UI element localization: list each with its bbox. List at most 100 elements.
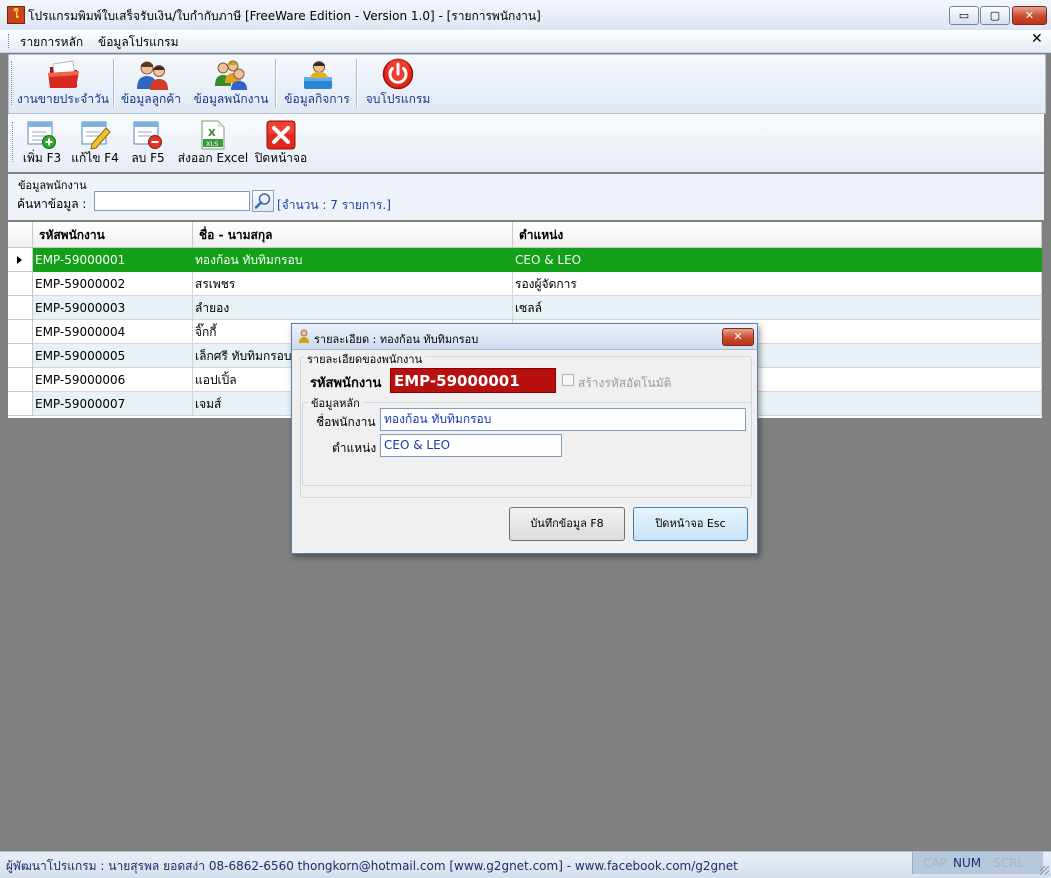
main-toolbar: งานขายประจำวัน ข้อมูลลูกค้า ข้อมูลพนักงา… [8,54,1046,114]
customers-button[interactable]: ข้อมูลลูกค้า [117,55,185,113]
close-dialog-button[interactable]: ปิดหน้าจอ Esc [633,507,748,541]
table-row[interactable]: EMP-59000001 ทองก้อน ทับทิมกรอบ CEO & LE… [8,248,1042,272]
row-selector[interactable] [8,344,33,368]
cell-code[interactable]: EMP-59000003 [33,296,193,320]
svg-text:X: X [208,128,216,139]
exit-program-button[interactable]: จบโปรแกรม [361,55,435,113]
customers-label: ข้อมูลลูกค้า [120,92,182,106]
column-header-code[interactable]: รหัสพนักงาน [33,222,193,248]
cell-position[interactable]: รองผู้จัดการ [513,272,1042,296]
row-selector[interactable] [8,296,33,320]
close-icon: ✕ [1024,9,1035,22]
business-info-label: ข้อมูลกิจการ [284,92,350,106]
record-toolbar: เพิ่ม F3 แก้ไข F4 ลบ F5 X XLS ส่งออก Exc… [8,114,1044,172]
export-excel-button[interactable]: X XLS ส่งออก Excel [176,114,250,172]
employee-code-field[interactable]: EMP-59000001 [390,368,556,393]
delete-button[interactable]: ลบ F5 [126,114,170,172]
resize-grip[interactable] [1040,866,1049,875]
daily-sales-label: งานขายประจำวัน [17,92,109,106]
folder-icon [48,60,79,88]
add-label: เพิ่ม F3 [22,151,62,165]
cell-name[interactable]: สรเพชร [193,272,513,296]
menu-grip[interactable] [8,34,12,48]
row-selector[interactable] [8,272,33,296]
record-count: [จำนวน : 7 รายการ.] [277,198,391,212]
exit-program-label: จบโปรแกรม [365,92,431,106]
cell-code[interactable]: EMP-59000006 [33,368,193,392]
employee-code-label: รหัสพนักงาน [310,376,382,391]
cell-name[interactable]: ทองก้อน ทับทิมกรอบ [193,248,513,272]
excel-icon: X XLS [201,120,225,150]
employee-detail-legend: รายละเอียดของพนักงาน [304,350,426,368]
search-label: ค้นหาข้อมูล : [17,197,87,211]
caps-lock-indicator: CAP [923,856,947,870]
toolbar-separator [275,59,277,107]
power-icon [382,58,414,90]
toolbar-grip[interactable] [11,61,15,105]
search-group-caption: ข้อมูลพนักงาน [18,179,87,192]
search-input[interactable] [94,191,250,211]
position-field[interactable]: CEO & LEO [380,434,562,457]
add-button[interactable]: เพิ่ม F3 [20,114,64,172]
column-header-name[interactable]: ชื่อ - นามสกุล [193,222,513,248]
row-selector[interactable] [8,320,33,344]
row-selector[interactable] [8,368,33,392]
minimize-icon: ▭ [958,9,970,22]
current-row-icon [17,256,22,264]
keyboard-status: CAP NUM SCRL [912,852,1043,874]
auto-code-checkbox[interactable] [562,374,574,386]
edit-label: แก้ไข F4 [71,151,119,165]
dialog-title: รายละเอียด : ทองก้อน ทับทิมกรอบ [314,333,479,346]
close-window-button[interactable]: ✕ [1012,6,1047,25]
menu-item-main[interactable]: รายการหลัก [20,33,83,52]
title-bar: ใ โปรแกรมพิมพ์ใบเสร็จรับเงิน/ใบกำกับภาษี… [0,0,1051,31]
cell-code[interactable]: EMP-59000002 [33,272,193,296]
num-lock-indicator: NUM [953,856,982,870]
cell-code[interactable]: EMP-59000007 [33,392,193,416]
cell-position[interactable]: CEO & LEO [513,248,1042,272]
cell-code[interactable]: EMP-59000005 [33,344,193,368]
cell-code[interactable]: EMP-59000001 [33,248,193,272]
mdi-close-icon[interactable]: ✕ [1031,31,1043,47]
row-header-corner [8,222,33,248]
employee-name-field[interactable]: ทองก้อน ทับทิมกรอบ [380,408,746,431]
dialog-title-bar[interactable]: รายละเอียด : ทองก้อน ทับทิมกรอบ ✕ [292,324,757,350]
edit-button[interactable]: แก้ไข F4 [70,114,120,172]
position-label: ตำแหน่ง [332,441,377,455]
close-screen-icon [266,120,296,150]
search-icon [254,193,271,209]
scroll-lock-indicator: SCRL [993,856,1025,870]
table-row[interactable]: EMP-59000002 สรเพชร รองผู้จัดการ [8,272,1042,296]
row-selector[interactable] [8,248,33,272]
cell-code[interactable]: EMP-59000004 [33,320,193,344]
close-screen-button[interactable]: ปิดหน้าจอ [254,114,308,172]
dialog-close-button[interactable]: ✕ [722,328,754,346]
business-info-button[interactable]: ข้อมูลกิจการ [281,55,353,113]
close-screen-label: ปิดหน้าจอ [254,151,308,165]
column-header-position[interactable]: ตำแหน่ง [513,222,1042,248]
maximize-icon: ▢ [989,9,1001,22]
menu-bar: รายการหลัก ข้อมูลโปรแกรม ✕ [0,30,1051,53]
main-info-legend: ข้อมูลหลัก [308,394,363,412]
maximize-button[interactable]: ▢ [980,6,1010,25]
employees-button[interactable]: ข้อมูลพนักงาน [191,55,271,113]
save-button[interactable]: บันทึกข้อมูล F8 [509,507,625,541]
employee-name-label: ชื่อพนักงาน [316,415,376,429]
table-row[interactable]: EMP-59000003 ลำยอง เซลล์ [8,296,1042,320]
toolbar-separator [356,59,358,107]
delete-label: ลบ F5 [131,151,165,165]
auto-code-label: สร้างรหัสอัตโนมัติ [578,376,672,390]
search-button[interactable] [252,190,274,212]
cell-position[interactable]: เซลล์ [513,296,1042,320]
close-icon: ✕ [733,330,743,343]
minimize-button[interactable]: ▭ [949,6,979,25]
menu-item-program-info[interactable]: ข้อมูลโปรแกรม [98,33,179,52]
edit-record-icon [81,121,111,150]
daily-sales-button[interactable]: งานขายประจำวัน [17,55,109,113]
row-selector[interactable] [8,392,33,416]
cell-name[interactable]: ลำยอง [193,296,513,320]
svg-text:XLS: XLS [206,140,218,148]
toolbar-grip[interactable] [12,122,16,162]
app-icon: ใ [7,6,25,24]
employees-label: ข้อมูลพนักงาน [193,92,269,106]
